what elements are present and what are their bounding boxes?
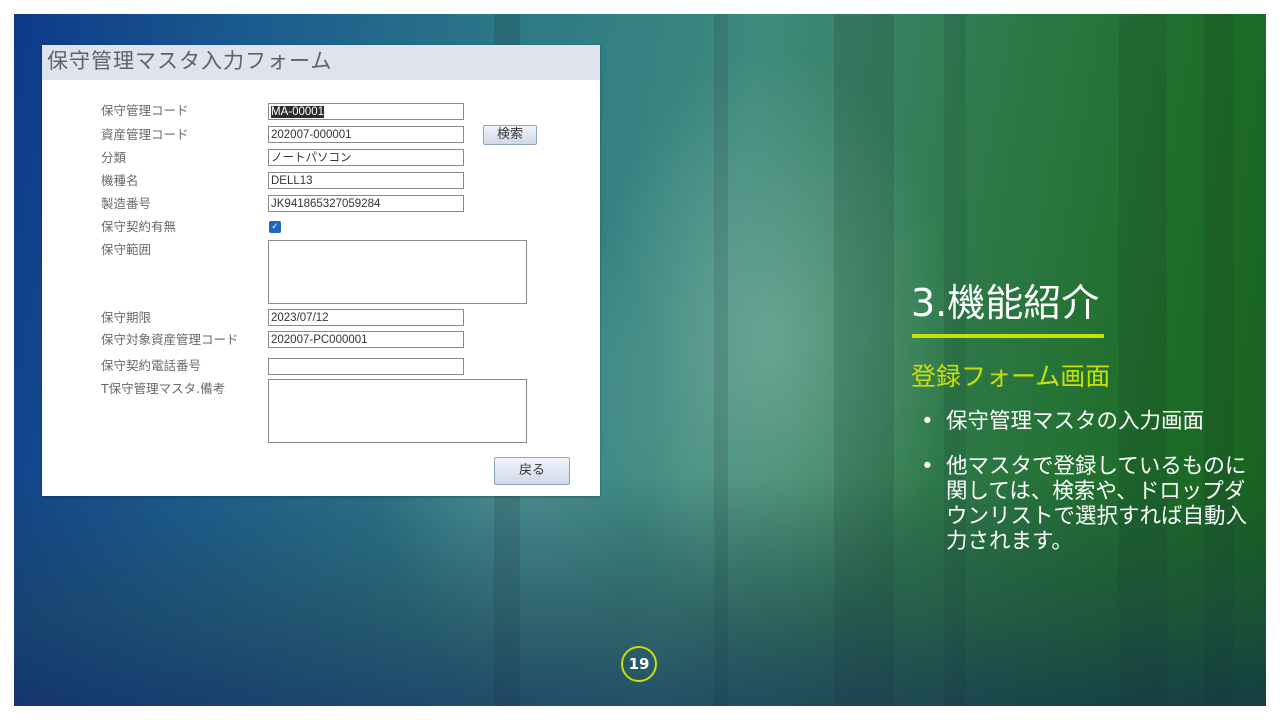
category-label: 分類	[101, 150, 127, 165]
bullet-text: 他マスタで登録しているものに関しては、検索や、ドロップダウンリストで選択すれば自…	[946, 454, 1248, 554]
serial-number-input[interactable]: JK941865327059284	[268, 195, 464, 212]
page-number: 19	[621, 646, 657, 682]
remarks-label: T保守管理マスタ.備考	[101, 381, 226, 396]
model-name-label: 機種名	[101, 173, 139, 188]
bullet-list: • 保守管理マスタの入力画面 • 他マスタで登録しているものに関しては、検索や、ドロ…	[921, 409, 1251, 574]
target-asset-code-label: 保守対象資産管理コード	[101, 332, 239, 347]
expiry-input[interactable]: 2023/07/12	[268, 309, 464, 326]
search-button[interactable]: 検索	[483, 125, 537, 145]
slide: 保守管理マスタ入力フォーム 保守管理コード MA-00001 資産管理コード 2…	[14, 14, 1266, 706]
asset-code-label: 資産管理コード	[101, 127, 189, 142]
expiry-label: 保守期限	[101, 310, 152, 325]
bullet-dot: •	[921, 409, 934, 434]
bullet-item: • 保守管理マスタの入力画面	[921, 409, 1251, 434]
selected-text: MA-00001	[271, 106, 325, 118]
bullet-text: 保守管理マスタの入力画面	[946, 409, 1205, 434]
asset-code-input[interactable]: 202007-000001	[268, 126, 464, 143]
contract-checkbox[interactable]: ✓	[269, 221, 281, 233]
slide-title: 3.機能紹介	[911, 281, 1100, 325]
category-input[interactable]: ノートパソコン	[268, 149, 464, 166]
model-name-input[interactable]: DELL13	[268, 172, 464, 189]
target-asset-code-input[interactable]: 202007-PC000001	[268, 331, 464, 348]
bullet-dot: •	[921, 454, 934, 479]
scope-label: 保守範囲	[101, 242, 152, 257]
back-button[interactable]: 戻る	[494, 457, 570, 485]
form-screenshot: 保守管理マスタ入力フォーム 保守管理コード MA-00001 資産管理コード 2…	[42, 45, 600, 496]
contract-flag-label: 保守契約有無	[101, 219, 177, 234]
form-title: 保守管理マスタ入力フォーム	[42, 45, 600, 80]
slide-subtitle: 登録フォーム画面	[911, 362, 1111, 391]
maintenance-code-input[interactable]: MA-00001	[268, 103, 464, 120]
remarks-textarea[interactable]	[268, 379, 527, 443]
title-underline	[912, 334, 1104, 338]
serial-number-label: 製造番号	[101, 196, 152, 211]
scope-textarea[interactable]	[268, 240, 527, 304]
bullet-item: • 他マスタで登録しているものに関しては、検索や、ドロップダウンリストで選択すれば…	[921, 454, 1251, 554]
maintenance-code-label: 保守管理コード	[101, 103, 189, 118]
contract-phone-label: 保守契約電話番号	[101, 358, 202, 373]
contract-phone-input[interactable]	[268, 358, 464, 375]
